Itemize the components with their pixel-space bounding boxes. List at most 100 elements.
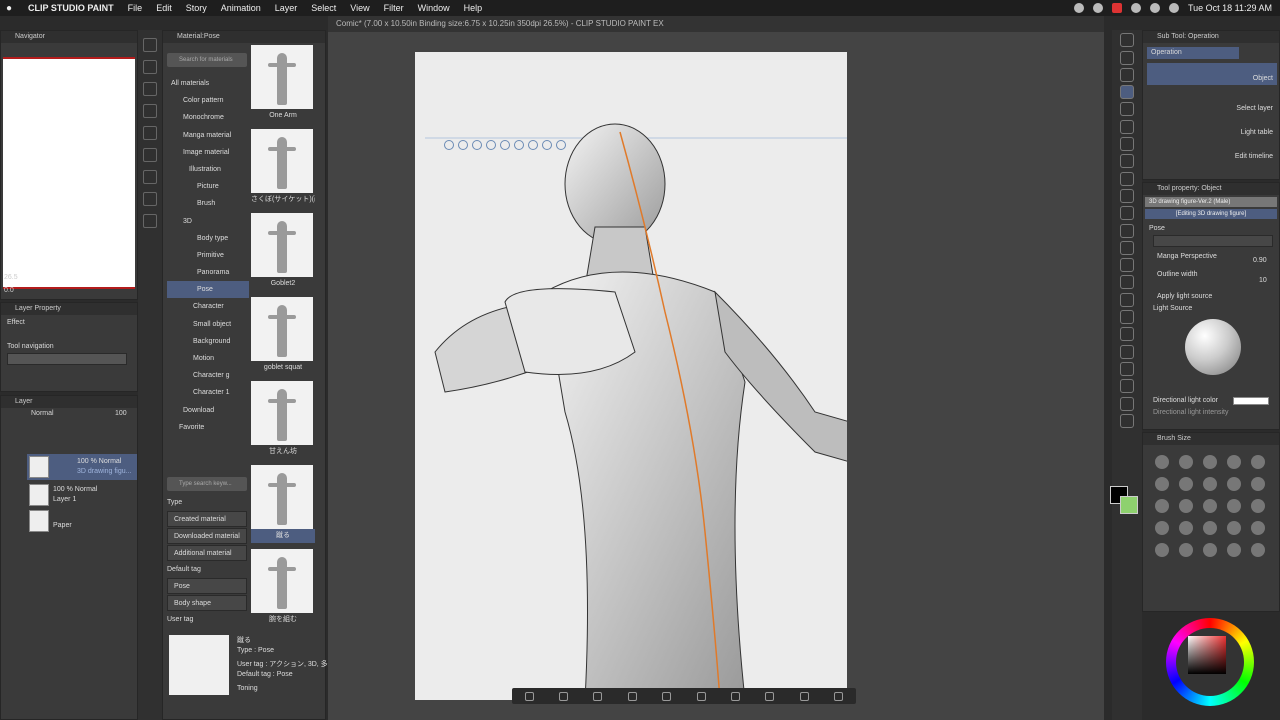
operation-tool-icon[interactable]	[1120, 85, 1134, 100]
navigator-rotation[interactable]: 0.0	[4, 287, 14, 294]
brush-tool-icon[interactable]	[1120, 188, 1134, 203]
tree-item-manga-material[interactable]: Manga material	[167, 127, 249, 144]
lasso-tool-icon[interactable]	[1120, 102, 1134, 117]
move-tool-icon[interactable]	[1120, 50, 1134, 65]
rotate-canvas-icon[interactable]	[662, 691, 672, 701]
panel-tab-icon[interactable]	[143, 60, 157, 74]
move-icon[interactable]	[486, 140, 496, 150]
brush-size-preset[interactable]	[1179, 521, 1193, 535]
toning-checkbox[interactable]: Toning	[237, 685, 258, 692]
panel-tab-icon[interactable]	[143, 214, 157, 228]
figure-tool-icon[interactable]	[1120, 310, 1134, 325]
blend-mode-select[interactable]: Normal	[31, 410, 54, 417]
tree-item-motion[interactable]: Motion	[167, 350, 249, 367]
magic-wand-tool-icon[interactable]	[1120, 119, 1134, 134]
wifi-icon[interactable]	[1130, 3, 1141, 13]
control-center-icon[interactable]	[1168, 3, 1179, 13]
subtool-edit-timeline[interactable]: Edit timeline	[1147, 141, 1277, 163]
eraser-tool-icon[interactable]	[1120, 240, 1134, 255]
brush-size-preset[interactable]	[1203, 521, 1217, 535]
material-thumb-kick[interactable]: 蹴る	[251, 465, 315, 549]
search-icon[interactable]	[1149, 3, 1160, 13]
material-thumb-arms-crossed[interactable]: 腕を組む	[251, 549, 315, 633]
pose-icon[interactable]	[528, 140, 538, 150]
tray-red-icon[interactable]	[1111, 3, 1122, 13]
light-source-sphere[interactable]	[1185, 319, 1241, 375]
brush-size-preset[interactable]	[1227, 455, 1241, 469]
tool-navigation-button[interactable]	[7, 353, 127, 365]
tree-item-image-material[interactable]: Image material	[167, 144, 249, 161]
tree-item-character-1[interactable]: Character 1	[167, 384, 249, 401]
hand-tool-icon[interactable]	[1120, 67, 1134, 82]
brush-size-preset[interactable]	[1251, 521, 1265, 535]
canvas-area[interactable]	[328, 32, 1104, 720]
brush-size-preset[interactable]	[1179, 477, 1193, 491]
app-tray-icon[interactable]	[1092, 3, 1103, 13]
panel-tab-icon[interactable]	[143, 126, 157, 140]
material-thumb-amaenbo[interactable]: 甘えん坊	[251, 381, 315, 465]
navigator-zoom[interactable]: 26.5	[4, 274, 18, 281]
pen-tool-icon[interactable]	[1120, 154, 1134, 169]
layer-move-tool-icon[interactable]	[1120, 413, 1134, 428]
panel-tab-icon[interactable]	[143, 170, 157, 184]
created-material-button[interactable]: Created material	[167, 511, 247, 527]
saturation-value-square[interactable]	[1188, 636, 1226, 674]
body-shape-tag-button[interactable]: Body shape	[167, 595, 247, 611]
tree-item-pose[interactable]: Pose	[167, 281, 249, 299]
airbrush-tool-icon[interactable]	[1120, 206, 1134, 221]
pose-buttons[interactable]	[1153, 235, 1273, 247]
ruler-tool-icon[interactable]	[1120, 379, 1134, 394]
tree-item-body-type[interactable]: Body type	[167, 230, 249, 247]
material-thumb-sakubo[interactable]: さくぼ(サイケット)(改)	[251, 129, 315, 213]
tree-item-all-materials[interactable]: All materials	[167, 75, 249, 92]
panel-tab-icon[interactable]	[143, 104, 157, 118]
material-thumb-goblet2[interactable]: Goblet2	[251, 213, 315, 297]
camera-move-icon[interactable]	[444, 140, 454, 150]
gradient-tool-icon[interactable]	[1120, 292, 1134, 307]
redo-icon[interactable]	[834, 691, 844, 701]
subtool-group-tab[interactable]: Operation	[1147, 47, 1239, 59]
tree-item-picture[interactable]: Picture	[167, 178, 249, 195]
object-name-field[interactable]: 3D drawing figure-Ver.2 (Male)	[1145, 197, 1277, 207]
menu-layer[interactable]: Layer	[275, 3, 298, 13]
tree-item-brush[interactable]: Brush	[167, 195, 249, 212]
balloon-tool-icon[interactable]	[1120, 344, 1134, 359]
correct-line-tool-icon[interactable]	[1120, 396, 1134, 411]
menu-animation[interactable]: Animation	[221, 3, 261, 13]
tree-item-character-g[interactable]: Character g	[167, 367, 249, 384]
brush-size-preset[interactable]	[1227, 543, 1241, 557]
menu-story[interactable]: Story	[186, 3, 207, 13]
tree-item-background[interactable]: Background	[167, 333, 249, 350]
clock[interactable]: Tue Oct 18 11:29 AM	[1188, 3, 1272, 13]
subtool-object[interactable]: Object	[1147, 63, 1277, 85]
brush-size-preset[interactable]	[1251, 499, 1265, 513]
zoom-tool-icon[interactable]	[1120, 33, 1134, 48]
tree-item-small-object[interactable]: Small object	[167, 316, 249, 333]
manga-perspective-value[interactable]: 0.90	[1253, 257, 1267, 264]
record-icon[interactable]	[1073, 3, 1084, 13]
eyedropper-tool-icon[interactable]	[1120, 137, 1134, 152]
manga-perspective-label[interactable]: Manga Perspective	[1157, 253, 1217, 260]
brush-size-preset[interactable]	[1155, 499, 1169, 513]
brush-size-preset[interactable]	[1203, 455, 1217, 469]
layer-row-3d-figure[interactable]: 100 % Normal 3D drawing figu...	[27, 454, 137, 480]
material-thumb-goblet-squat[interactable]: goblet squat	[251, 297, 315, 381]
fill-tool-icon[interactable]	[1120, 275, 1134, 290]
downloaded-material-button[interactable]: Downloaded material	[167, 528, 247, 544]
pose-tag-button[interactable]: Pose	[167, 578, 247, 594]
outline-width-label[interactable]: Outline width	[1157, 271, 1197, 278]
rotate-icon[interactable]	[500, 140, 510, 150]
layer-row-layer1[interactable]: 100 % Normal Layer 1	[27, 482, 137, 508]
brush-size-preset[interactable]	[1179, 455, 1193, 469]
brush-size-preset[interactable]	[1251, 477, 1265, 491]
apply-light-source-checkbox[interactable]: Apply light source	[1157, 293, 1212, 300]
menu-file[interactable]: File	[128, 3, 143, 13]
tree-item-3d[interactable]: 3D	[167, 213, 249, 230]
material-thumb-one-arm[interactable]: One Arm	[251, 45, 315, 129]
subtool-light-table[interactable]: Light table	[1147, 117, 1277, 139]
tree-item-color-pattern[interactable]: Color pattern	[167, 92, 249, 109]
tree-item-character[interactable]: Character	[167, 298, 249, 315]
zoom-icon[interactable]	[593, 691, 603, 701]
select-icon[interactable]	[731, 691, 741, 701]
floor-icon[interactable]	[556, 140, 566, 150]
